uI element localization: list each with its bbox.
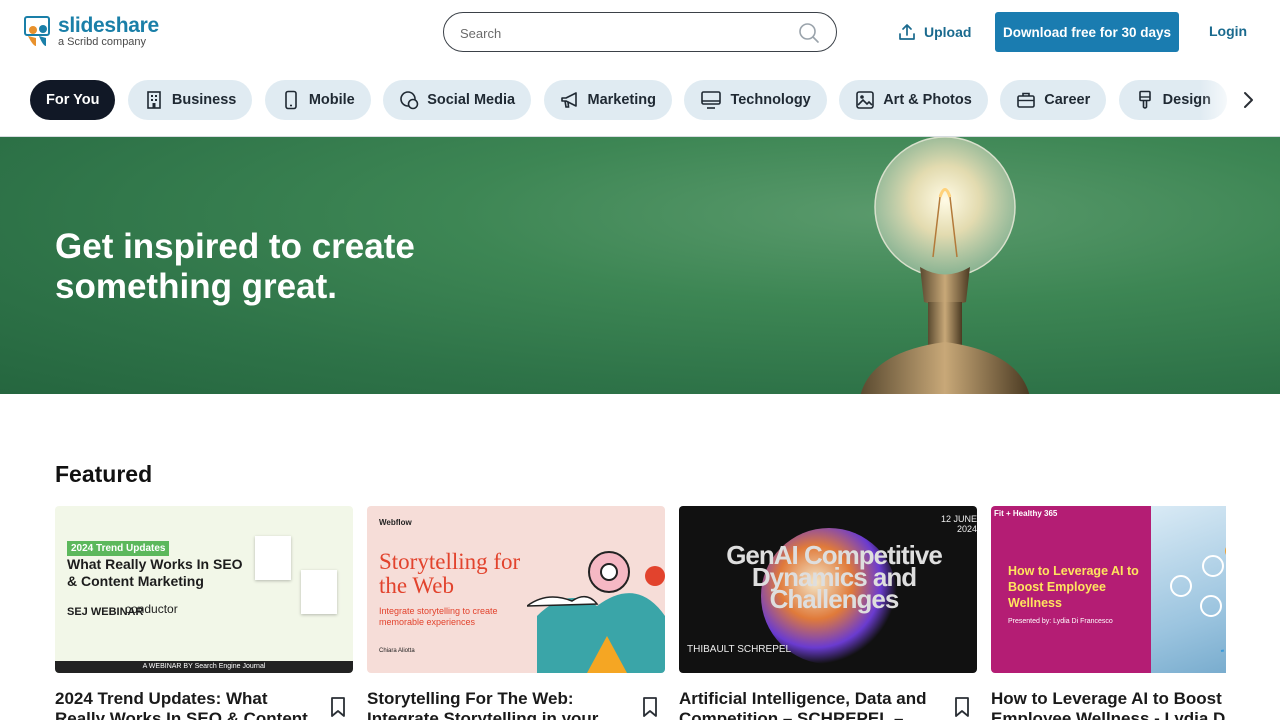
category-chip-technology[interactable]: Technology	[684, 80, 827, 120]
thumb-illustration	[527, 551, 665, 673]
card-thumbnail[interactable]: 2024 Trend Updates What Really Works In …	[55, 506, 353, 673]
bookmark-icon[interactable]	[954, 696, 970, 718]
featured-card[interactable]: 2024 Trend Updates What Really Works In …	[55, 506, 353, 720]
briefcase-icon	[1017, 92, 1036, 108]
category-chip-label: Mobile	[308, 92, 355, 108]
logo-wordmark: slideshare	[58, 14, 159, 37]
featured-heading: Featured	[55, 461, 153, 487]
card-title[interactable]: How to Leverage AI to Boost Employee Wel…	[991, 689, 1226, 720]
category-chip-label: Social Media	[427, 92, 516, 108]
bookmark-icon[interactable]	[330, 696, 346, 718]
thumb-footer: A WEBINAR BY Search Engine Journal	[55, 661, 353, 673]
category-chip-label: Business	[171, 92, 237, 108]
chevron-right-icon[interactable]	[1238, 90, 1258, 110]
category-chip-label: For You	[46, 92, 100, 108]
card-thumbnail[interactable]: Fit + Healthy 365 How to Leverage AI to …	[991, 506, 1226, 673]
monitor-icon	[701, 91, 722, 109]
thumb-headline: GenAI Competitive Dynamics and Challenge…	[726, 540, 943, 614]
category-chip-mobile[interactable]: Mobile	[264, 80, 371, 120]
search-icon[interactable]	[798, 22, 820, 44]
thumb-byline: Presented by: Lydia Di Francesco	[1008, 618, 1113, 625]
chat-bubble-icon	[400, 91, 419, 110]
download-free-button[interactable]: Download free for 30 days	[995, 12, 1179, 52]
category-chip-for-you[interactable]: For You	[30, 80, 116, 120]
featured-cards: 2024 Trend Updates What Really Works In …	[55, 506, 1226, 720]
search-input[interactable]	[460, 22, 790, 44]
featured-card[interactable]: Fit + Healthy 365 How to Leverage AI to …	[991, 506, 1226, 720]
card-title[interactable]: Artificial Intelligence, Data and Compet…	[679, 689, 941, 720]
chips-fade	[1200, 78, 1240, 122]
thumb-brand-right: conductor	[125, 602, 178, 616]
speaker-photo	[255, 536, 291, 580]
thumb-byline: Chiara Aliotta	[379, 648, 415, 654]
hero-headline: Get inspired to create something great.	[55, 227, 415, 306]
thumb-headline: How to Leverage AI to Boost Employee Wel…	[1008, 564, 1139, 610]
logo-subtitle: a Scribd company	[58, 36, 147, 48]
category-bar: For You Business Mobile Social Media Mar…	[0, 64, 1280, 137]
phone-icon	[285, 90, 297, 110]
category-chip-label: Marketing	[587, 92, 657, 108]
category-chip-marketing[interactable]: Marketing	[543, 80, 672, 120]
category-chip-social-media[interactable]: Social Media	[383, 80, 532, 120]
speaker-photo	[301, 570, 337, 614]
card-title[interactable]: Storytelling For The Web: Integrate Stor…	[367, 689, 629, 720]
slideshare-logo[interactable]: slideshare a Scribd company	[24, 14, 159, 50]
thumb-author: THIBAULT SCHREPEL	[687, 644, 792, 655]
thumb-brand: Webflow	[379, 518, 412, 527]
image-icon	[856, 91, 875, 109]
bookmark-icon[interactable]	[642, 696, 658, 718]
thumb-headline: Storytelling for the Web	[379, 549, 521, 598]
category-chip-label: Career	[1044, 92, 1091, 108]
thumb-tag: 2024 Trend Updates	[67, 541, 170, 556]
category-chip-business[interactable]: Business	[127, 80, 253, 120]
search-bar[interactable]	[443, 12, 837, 52]
top-header: slideshare a Scribd company Upload Downl…	[0, 0, 1280, 64]
login-link[interactable]: Login	[1209, 23, 1247, 39]
card-title[interactable]: 2024 Trend Updates: What Really Works In…	[55, 689, 317, 720]
thumb-photo	[1151, 506, 1226, 673]
featured-card[interactable]: Webflow Storytelling for the Web Integra…	[367, 506, 665, 720]
thumb-subline: Integrate storytelling to create memorab…	[379, 606, 498, 627]
building-icon	[147, 91, 161, 109]
thumb-brand: Fit + Healthy 365	[994, 509, 1058, 518]
paint-brush-icon	[1138, 90, 1151, 109]
category-chip-label: Technology	[730, 92, 811, 108]
light-bulb-image	[860, 137, 1030, 394]
upload-label: Upload	[924, 24, 972, 40]
upload-icon	[899, 24, 915, 40]
featured-card[interactable]: GenAI Competitive Dynamics and Challenge…	[679, 506, 977, 720]
thumb-headline: What Really Works In SEO & Content Marke…	[67, 556, 243, 589]
hero-banner: Get inspired to create something great.	[0, 137, 1280, 394]
thumb-date: 12 JUNE 2024	[940, 514, 977, 534]
category-chips: For You Business Mobile Social Media Mar…	[30, 80, 1240, 120]
megaphone-icon	[560, 92, 577, 108]
upload-button[interactable]: Upload	[898, 22, 971, 42]
card-thumbnail[interactable]: GenAI Competitive Dynamics and Challenge…	[679, 506, 977, 673]
health-icons-graphic	[1170, 547, 1226, 652]
category-chip-career[interactable]: Career	[1000, 80, 1107, 120]
category-chip-art-photos[interactable]: Art & Photos	[839, 80, 988, 120]
slideshare-logo-icon	[24, 16, 50, 46]
card-thumbnail[interactable]: Webflow Storytelling for the Web Integra…	[367, 506, 665, 673]
category-chip-label: Art & Photos	[883, 92, 972, 108]
